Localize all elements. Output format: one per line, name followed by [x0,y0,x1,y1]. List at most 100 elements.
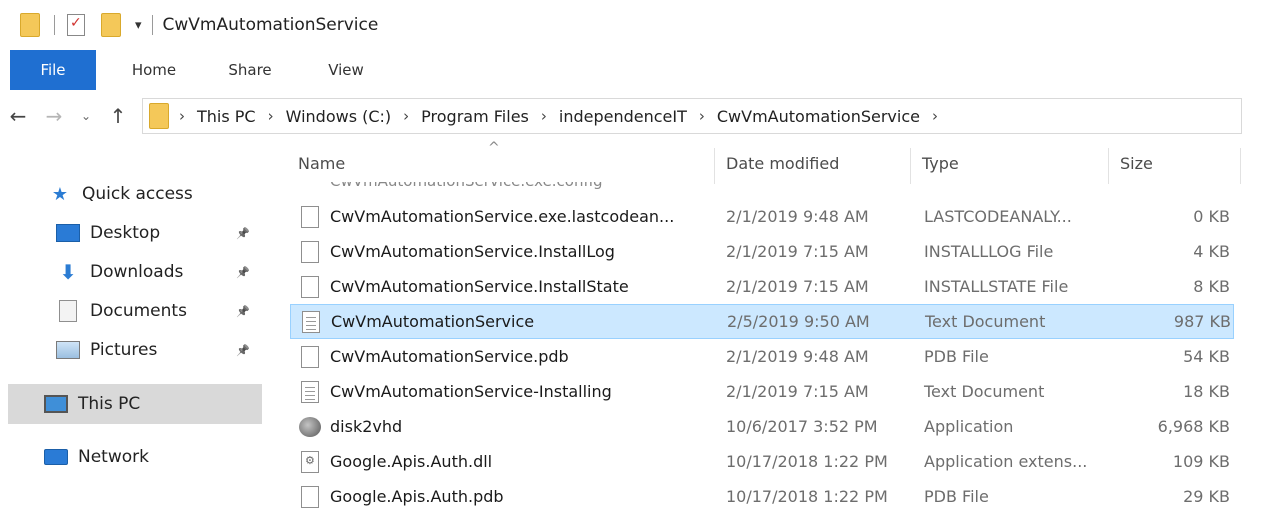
file-type: INSTALLSTATE File [924,277,1069,296]
column-divider[interactable] [714,148,715,184]
pin-icon[interactable]: 📌 [236,305,250,318]
column-divider[interactable] [1108,148,1109,184]
breadcrumb-separator[interactable]: › [403,107,409,125]
sidebar-item-network[interactable]: Network [44,439,258,475]
list-item-selected[interactable]: CwVmAutomationService 2/5/2019 9:50 AM T… [290,304,1234,339]
file-date: 10/17/2018 1:22 PM [726,487,888,506]
pictures-icon [56,339,80,361]
window-title: CwVmAutomationService [162,15,379,35]
pin-icon[interactable]: 📌 [236,266,250,279]
tab-file[interactable]: File [10,50,96,90]
recent-locations-button[interactable]: ⌄ [72,109,100,123]
column-header-date-modified[interactable]: Date modified [726,154,839,173]
documents-icon [56,300,80,322]
folder-icon [149,103,169,129]
breadcrumb-program-files[interactable]: Program Files [421,107,529,126]
column-divider[interactable] [910,148,911,184]
file-name: Google.Apis.Auth.dll [330,452,493,471]
sidebar-item-label: Pictures [90,340,158,360]
list-item[interactable]: disk2vhd 10/6/2017 3:52 PM Application 6… [290,409,1234,444]
breadcrumb-windows-c[interactable]: Windows (C:) [286,107,392,126]
application-icon [299,416,321,437]
back-button[interactable]: ← [0,104,36,128]
navigation-pane: ★ Quick access Desktop 📌 ⬇ Downloads 📌 D… [0,176,265,516]
file-type: LASTCODEANALY... [924,207,1072,226]
file-date: 10/6/2017 3:52 PM [726,417,878,436]
file-name: CwVmAutomationService.exe.config [290,182,1230,190]
file-date: 2/1/2019 7:15 AM [726,277,869,296]
tab-home[interactable]: Home [106,50,202,90]
address-bar[interactable]: › This PC › Windows (C:) › Program Files… [142,98,1242,134]
file-type: PDB File [924,347,989,366]
file-date: 10/17/2018 1:22 PM [726,452,888,471]
quick-access-toolbar-dropdown[interactable]: ▾ [135,18,142,33]
network-icon [44,446,68,468]
blank-file-icon [301,205,319,228]
pin-icon[interactable]: 📌 [236,344,250,357]
file-size: 109 KB [1172,452,1230,471]
pin-icon[interactable]: 📌 [236,227,250,240]
text-file-icon [302,310,320,333]
sort-ascending-icon: ^ [488,140,500,156]
file-type: PDB File [924,487,989,506]
new-folder-icon[interactable] [101,13,121,37]
column-header-row: ^ Name Date modified Type Size [290,140,1286,184]
list-item-partial[interactable]: CwVmAutomationService.exe.config [290,182,1230,190]
sidebar-item-label: Documents [90,301,187,321]
file-size: 987 KB [1173,312,1231,331]
file-size: 18 KB [1183,382,1230,401]
file-type: INSTALLLOG File [924,242,1054,261]
sidebar-item-documents[interactable]: Documents 📌 [56,293,258,329]
file-date: 2/1/2019 9:48 AM [726,347,869,366]
breadcrumb-independenceit[interactable]: independenceIT [559,107,687,126]
breadcrumb-separator[interactable]: › [541,107,547,125]
breadcrumb-separator[interactable]: › [268,107,274,125]
sidebar-item-downloads[interactable]: ⬇ Downloads 📌 [56,254,258,290]
file-name: CwVmAutomationService [331,312,535,331]
navigation-bar: ← → ⌄ ↑ › This PC › Windows (C:) › Progr… [0,96,1286,136]
file-size: 0 KB [1193,207,1230,226]
column-header-size[interactable]: Size [1120,154,1153,173]
list-item[interactable]: CwVmAutomationService.exe.lastcodean... … [290,199,1234,234]
computer-icon [44,393,68,415]
file-type: Text Document [924,382,1045,401]
breadcrumb-separator[interactable]: › [699,107,705,125]
forward-button[interactable]: → [36,104,72,128]
file-type: Text Document [925,312,1046,331]
file-size: 8 KB [1193,277,1230,296]
file-name: Google.Apis.Auth.pdb [330,487,504,506]
file-size: 6,968 KB [1157,417,1230,436]
file-date: 2/1/2019 7:15 AM [726,382,869,401]
tab-share[interactable]: Share [202,50,298,90]
file-name: CwVmAutomationService.InstallLog [330,242,615,261]
file-type: Application extens... [924,452,1088,471]
column-divider[interactable] [1240,148,1241,184]
sidebar-item-quick-access[interactable]: ★ Quick access [48,176,258,212]
list-item[interactable]: CwVmAutomationService-Installing 2/1/201… [290,374,1234,409]
properties-icon[interactable] [67,14,85,36]
list-item[interactable]: Google.Apis.Auth.pdb 10/17/2018 1:22 PM … [290,479,1234,514]
breadcrumb-this-pc[interactable]: This PC [197,107,256,126]
list-item[interactable]: CwVmAutomationService.InstallState 2/1/2… [290,269,1234,304]
sidebar-item-desktop[interactable]: Desktop 📌 [56,215,258,251]
breadcrumb-cwvmautomationservice[interactable]: CwVmAutomationService [717,107,920,126]
sidebar-item-this-pc[interactable]: This PC [8,384,262,424]
breadcrumb-separator[interactable]: › [932,107,938,125]
breadcrumb-separator[interactable]: › [179,107,185,125]
up-button[interactable]: ↑ [100,104,136,128]
folder-icon [20,13,40,37]
file-size: 4 KB [1193,242,1230,261]
file-name: disk2vhd [330,417,403,436]
column-header-type[interactable]: Type [922,154,959,173]
list-item[interactable]: CwVmAutomationService.InstallLog 2/1/201… [290,234,1234,269]
sidebar-item-pictures[interactable]: Pictures 📌 [56,332,258,368]
file-name: CwVmAutomationService.pdb [330,347,569,366]
list-item[interactable]: CwVmAutomationService.pdb 2/1/2019 9:48 … [290,339,1234,374]
list-item[interactable]: Google.Apis.Auth.dll 10/17/2018 1:22 PM … [290,444,1234,479]
dll-file-icon [301,450,319,473]
divider [54,15,55,35]
blank-file-icon [301,240,319,263]
column-header-name[interactable]: Name [298,154,345,173]
sidebar-item-label: Network [78,447,149,467]
tab-view[interactable]: View [298,50,394,90]
